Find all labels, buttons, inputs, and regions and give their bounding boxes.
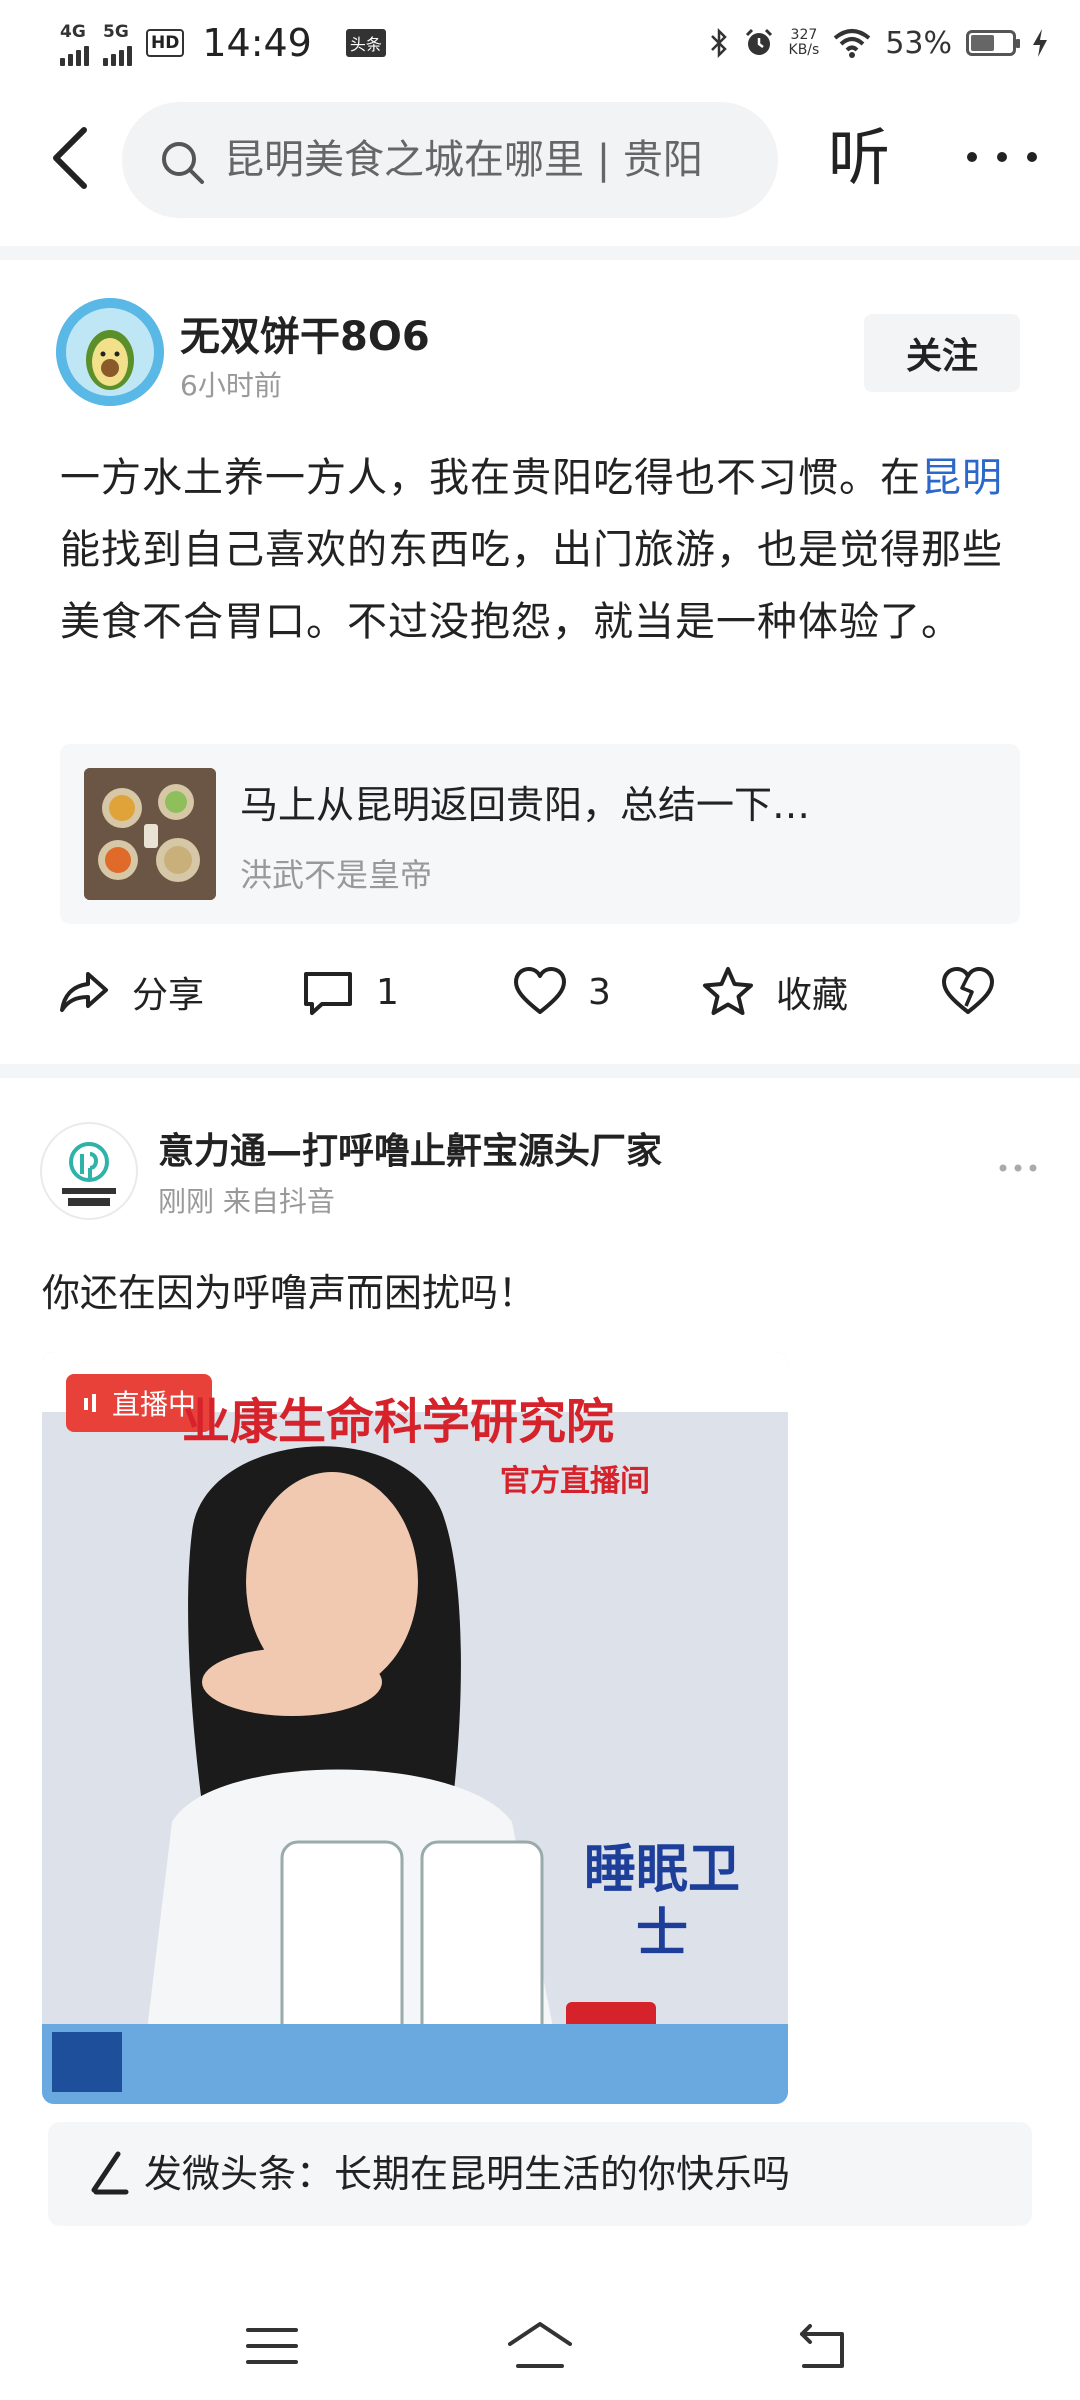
app-notification-icon: 头条 (345, 29, 386, 57)
share-icon (60, 972, 108, 1012)
star-icon (703, 967, 753, 1015)
favorite-button[interactable]: 收藏 (700, 952, 848, 1032)
overlay-subtitle: 官方直播间 (500, 1464, 650, 1499)
system-navigation-bar (0, 2290, 1080, 2400)
charging-icon (1033, 29, 1047, 57)
more-dots-icon (967, 152, 1037, 162)
food-image-icon (84, 768, 216, 900)
dislike-button[interactable] (940, 952, 996, 1032)
advertiser-name[interactable]: 意力通—打呼噜止鼾宝源头厂家 (158, 1122, 662, 1174)
status-bar: 4G 5G HD 14:49 头条 327 KB/s 53% (0, 0, 1080, 84)
back-nav-button[interactable] (790, 2314, 854, 2378)
search-input[interactable]: 昆明美食之城在哪里 | 贵阳 (122, 102, 778, 218)
brand-logo-icon (62, 1142, 116, 1206)
divider (0, 246, 1080, 260)
like-button[interactable]: 3 (512, 952, 611, 1032)
wifi-icon (834, 29, 871, 58)
product-label: 睡眠卫士 (583, 1840, 740, 1964)
pen-icon (91, 2151, 129, 2195)
home-button[interactable] (504, 2314, 572, 2378)
back-arrow-icon (800, 2324, 844, 2368)
search-icon (162, 142, 204, 184)
comment-button[interactable]: 1 (300, 952, 399, 1032)
quoted-article-card[interactable]: 马上从昆明返回贵阳，总结一下… 洪武不是皇帝 (60, 744, 1020, 924)
divider (0, 1064, 1080, 1078)
home-icon (508, 2322, 572, 2368)
post-body: 一方水土养一方人，我在贵阳吃得也不习惯。在昆明能找到自己喜欢的东西吃，出门旅游，… (60, 455, 1003, 645)
post-text: 你还在因为呼噜声而困扰吗！ (42, 1271, 537, 1315)
recent-apps-button[interactable] (240, 2314, 304, 2378)
advertiser-avatar[interactable] (40, 1122, 138, 1220)
clock: 14:49 (202, 21, 312, 65)
live-video-thumbnail[interactable]: 直播中 业康生命科学研究院 官方直播间 睡眠卫士 (42, 1352, 788, 2104)
heart-icon (514, 967, 566, 1014)
broken-heart-icon (942, 967, 994, 1014)
post-actions: 分享 1 3 收藏 (0, 952, 1080, 1032)
compose-prompt: 发微头条：长期在昆明生活的你快乐吗 (144, 2152, 791, 2196)
cell-signal-1-icon: 4G (60, 20, 89, 66)
more-options-button[interactable] (958, 132, 1068, 182)
author-avatar[interactable] (56, 298, 164, 406)
live-bars-icon (84, 1394, 96, 1412)
quoted-article-title: 马上从昆明返回贵阳，总结一下… (240, 783, 811, 827)
menu-lines-icon (246, 2328, 298, 2364)
post-meta: 刚刚 来自抖音 (158, 1185, 335, 1218)
alarm-icon (745, 28, 772, 55)
listen-button[interactable]: 听 (828, 118, 890, 198)
quoted-article-author: 洪武不是皇帝 (240, 856, 433, 894)
avocado-icon (56, 298, 164, 406)
search-query: 昆明美食之城在哪里 | 贵阳 (224, 137, 703, 183)
author-name[interactable]: 无双饼干8O6 (180, 304, 430, 362)
network-speed: 327 KB/s (788, 27, 820, 58)
article-thumbnail (84, 768, 216, 900)
live-stream-image (42, 1352, 788, 2104)
battery-icon (966, 30, 1020, 56)
post-more-button[interactable] (998, 1160, 1038, 1176)
more-dots-icon (999, 1164, 1037, 1172)
comment-icon (304, 972, 352, 1015)
topic-link[interactable]: 昆明 (921, 455, 1003, 501)
back-button[interactable] (40, 118, 110, 198)
bluetooth-icon (710, 27, 727, 59)
share-button[interactable]: 分享 (56, 952, 204, 1032)
battery-percent: 53% (885, 25, 952, 61)
top-bar: 昆明美食之城在哪里 | 贵阳 听 (0, 96, 1080, 226)
overlay-title: 业康生命科学研究院 (182, 1394, 615, 1450)
follow-button[interactable]: 关注 (864, 314, 1020, 392)
cell-signal-2-icon: 5G (103, 20, 132, 66)
compose-post-bar[interactable]: 发微头条：长期在昆明生活的你快乐吗 (48, 2122, 1032, 2226)
post-time: 6小时前 (180, 369, 282, 402)
chevron-left-icon (53, 127, 87, 189)
hd-voice-icon: HD (146, 29, 185, 57)
